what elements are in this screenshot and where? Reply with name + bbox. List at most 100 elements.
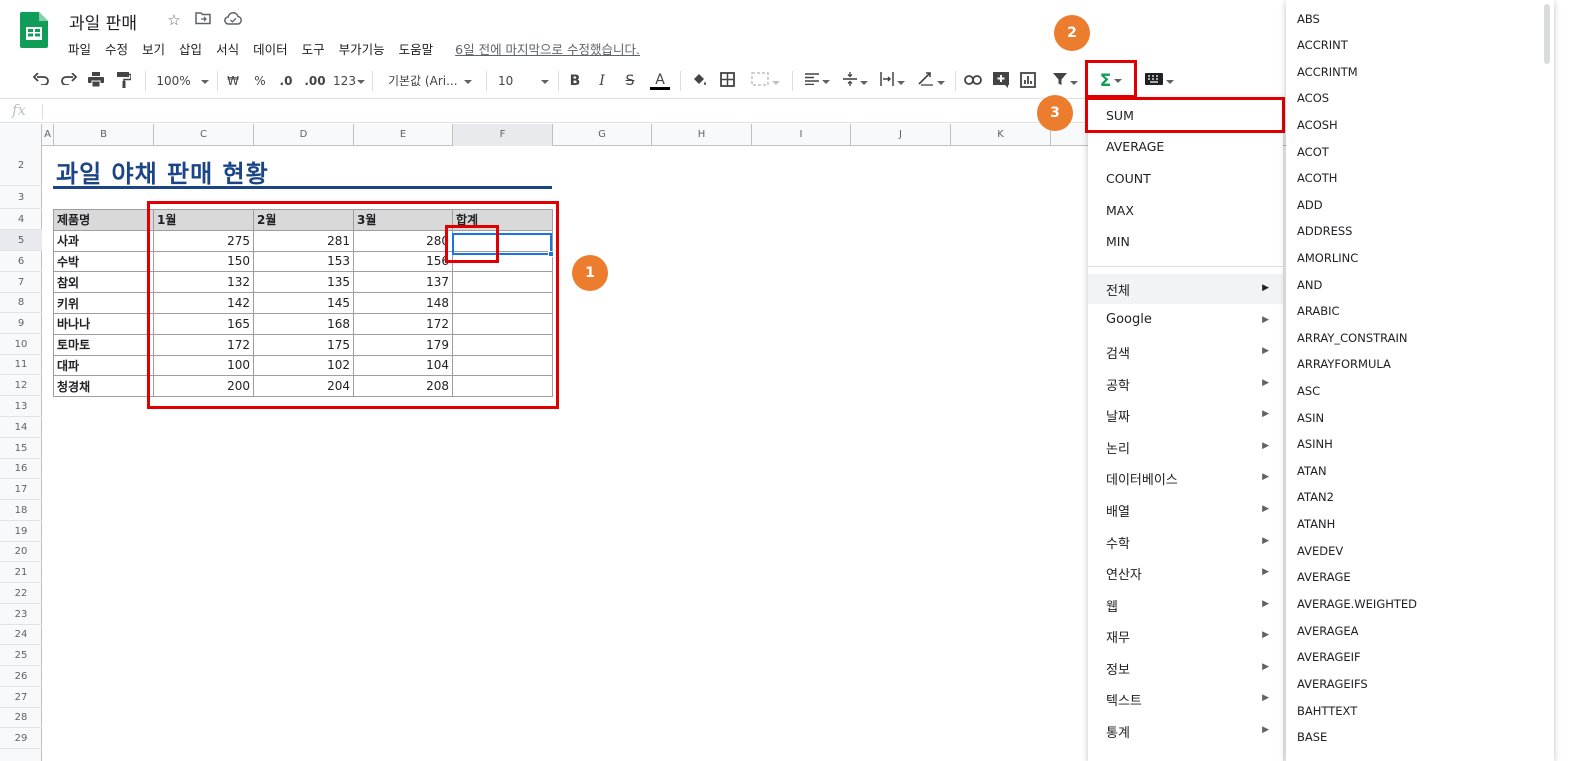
input-tools-keyboard-icon[interactable] xyxy=(1142,72,1176,90)
text-wrap-icon[interactable] xyxy=(876,72,908,90)
menu-category-text[interactable]: 텍스트 ▶ xyxy=(1088,684,1283,714)
function-item[interactable]: ABS xyxy=(1297,12,1320,26)
merge-cells-icon[interactable] xyxy=(748,72,782,90)
menu-view[interactable]: 보기 xyxy=(142,39,165,58)
product-cell[interactable]: 청경채 xyxy=(53,375,154,398)
function-item[interactable]: ACOTH xyxy=(1297,171,1337,185)
row-header[interactable]: 26 xyxy=(0,666,42,687)
function-item[interactable]: AVERAGEA xyxy=(1297,624,1359,638)
menu-data[interactable]: 데이터 xyxy=(253,39,288,58)
row-header[interactable]: 11 xyxy=(0,355,42,375)
header-cell[interactable]: 제품명 xyxy=(53,209,154,231)
italic-button[interactable]: I xyxy=(595,72,609,90)
function-item[interactable]: ATAN2 xyxy=(1297,490,1334,504)
function-item[interactable]: AVERAGEIF xyxy=(1297,650,1361,664)
product-cell[interactable]: 키위 xyxy=(53,292,154,314)
strikethrough-button[interactable]: S xyxy=(623,72,637,90)
column-header[interactable]: D xyxy=(254,124,354,146)
row-header[interactable]: 17 xyxy=(0,479,42,500)
menu-item-min[interactable]: MIN xyxy=(1106,234,1130,249)
function-list-scrollbar[interactable] xyxy=(1544,4,1550,64)
menu-format[interactable]: 서식 xyxy=(216,39,239,58)
menu-item-count[interactable]: COUNT xyxy=(1106,171,1151,186)
row-header-selected[interactable]: 5 xyxy=(0,230,42,251)
function-item[interactable]: ATAN xyxy=(1297,464,1327,478)
function-item[interactable]: ARRAY_CONSTRAIN xyxy=(1297,331,1408,345)
document-title[interactable]: 과일 판매 xyxy=(69,9,137,34)
row-header[interactable]: 14 xyxy=(0,417,42,438)
menu-item-average[interactable]: AVERAGE xyxy=(1106,139,1164,154)
sheets-logo-icon[interactable] xyxy=(20,12,48,48)
menu-category-lookup[interactable]: 검색 ▶ xyxy=(1088,337,1283,367)
insert-comment-icon[interactable] xyxy=(992,72,1010,90)
row-header[interactable]: 28 xyxy=(0,708,42,728)
column-header[interactable]: E xyxy=(354,124,453,146)
row-header[interactable]: 18 xyxy=(0,500,42,521)
row-header[interactable]: 12 xyxy=(0,375,42,396)
function-item[interactable]: ADDRESS xyxy=(1297,224,1352,238)
row-header[interactable]: 8 xyxy=(0,293,42,313)
row-header[interactable]: 24 xyxy=(0,625,42,645)
product-cell[interactable]: 수박 xyxy=(53,250,154,273)
row-header[interactable]: 4 xyxy=(0,209,42,230)
function-item[interactable]: AVERAGE xyxy=(1297,570,1351,584)
row-header[interactable]: 2 xyxy=(0,146,42,186)
text-color-button[interactable]: A xyxy=(650,72,670,90)
menu-category-financial[interactable]: 재무 ▶ xyxy=(1088,621,1283,651)
menu-tools[interactable]: 도구 xyxy=(302,39,325,58)
menu-category-math[interactable]: 수학 ▶ xyxy=(1088,527,1283,557)
undo-icon[interactable] xyxy=(32,72,50,90)
function-item[interactable]: ADD xyxy=(1297,198,1323,212)
menu-category-google[interactable]: Google ▶ xyxy=(1088,306,1283,336)
print-icon[interactable] xyxy=(87,72,105,90)
menu-edit[interactable]: 수정 xyxy=(105,39,128,58)
function-item[interactable]: AMORLINC xyxy=(1297,251,1358,265)
menu-category-web[interactable]: 웹 ▶ xyxy=(1088,590,1283,620)
row-header[interactable]: 16 xyxy=(0,459,42,479)
product-cell[interactable]: 참외 xyxy=(53,271,154,294)
row-header[interactable]: 20 xyxy=(0,542,42,562)
row-header[interactable]: 25 xyxy=(0,645,42,666)
menu-category-all[interactable]: 전체 ▶ xyxy=(1088,274,1283,304)
function-item[interactable]: ATANH xyxy=(1297,517,1335,531)
fill-color-icon[interactable] xyxy=(690,72,708,90)
function-item[interactable]: AVERAGE.WEIGHTED xyxy=(1297,597,1417,611)
function-item[interactable]: ACCRINT xyxy=(1297,38,1348,52)
row-header[interactable]: 7 xyxy=(0,272,42,293)
cloud-saved-icon[interactable] xyxy=(224,11,242,29)
function-item[interactable]: BASE xyxy=(1297,730,1327,744)
function-item[interactable]: ASIN xyxy=(1297,411,1324,425)
product-cell[interactable]: 토마토 xyxy=(53,333,154,356)
column-header[interactable]: A xyxy=(42,124,54,146)
row-header[interactable]: 27 xyxy=(0,687,42,708)
function-item[interactable]: AND xyxy=(1297,278,1322,292)
function-item[interactable]: ACOSH xyxy=(1297,118,1338,132)
move-folder-icon[interactable] xyxy=(194,11,212,29)
currency-format-button[interactable]: ₩ xyxy=(226,72,240,90)
last-edit-link[interactable]: 6일 전에 마지막으로 수정했습니다. xyxy=(455,39,640,58)
menu-category-operator[interactable]: 연산자 ▶ xyxy=(1088,558,1283,588)
paint-format-icon[interactable] xyxy=(115,72,133,90)
increase-decimal-button[interactable]: .00 xyxy=(303,72,327,90)
menu-category-info[interactable]: 정보 ▶ xyxy=(1088,653,1283,683)
menu-insert[interactable]: 삽입 xyxy=(179,39,202,58)
menu-addons[interactable]: 부가기능 xyxy=(339,39,385,58)
horizontal-align-icon[interactable] xyxy=(801,72,833,90)
column-header[interactable]: C xyxy=(154,124,254,146)
function-item[interactable]: ASC xyxy=(1297,384,1320,398)
column-header[interactable]: B xyxy=(54,124,154,146)
font-family-select[interactable]: 기본값 (Ari... xyxy=(388,72,478,90)
vertical-align-icon[interactable] xyxy=(839,72,871,90)
row-header[interactable]: 23 xyxy=(0,604,42,625)
insert-link-icon[interactable] xyxy=(963,72,983,90)
row-header[interactable]: 29 xyxy=(0,728,42,749)
function-item[interactable]: BAHTTEXT xyxy=(1297,704,1357,718)
menu-file[interactable]: 파일 xyxy=(68,39,91,58)
percent-format-button[interactable]: % xyxy=(253,72,267,90)
redo-icon[interactable] xyxy=(60,72,78,90)
decrease-decimal-button[interactable]: .0 xyxy=(276,72,296,90)
row-header[interactable]: 21 xyxy=(0,562,42,583)
menu-help[interactable]: 도움말 xyxy=(399,39,434,58)
function-item[interactable]: AVERAGEIFS xyxy=(1297,677,1368,691)
column-header[interactable]: J xyxy=(851,124,951,146)
